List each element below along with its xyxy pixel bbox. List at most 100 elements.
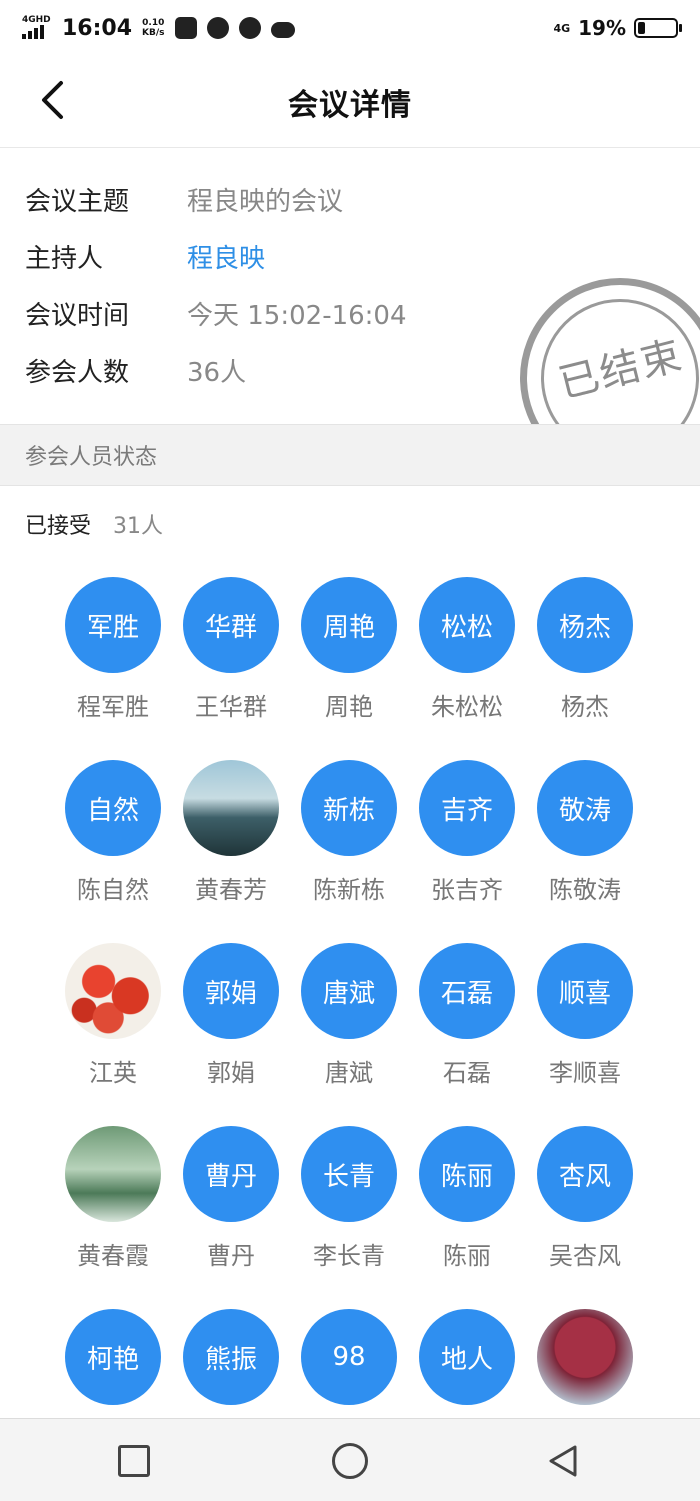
avatar-photo [65,943,161,1039]
avatar-photo [183,760,279,856]
info-value: 36人 [187,357,247,388]
attendee-name: 陈自然 [77,876,149,904]
attendee-name: 朱松松 [431,693,503,721]
info-row-topic: 会议主题 程良映的会议 [25,179,343,219]
attendee-item[interactable]: 唐斌 唐斌 [290,943,408,1088]
accepted-label: 已接受 [25,514,92,539]
info-label: 主持人 [25,243,104,274]
attendee-item[interactable]: 石磊 石磊 [408,943,526,1088]
info-value: 今天 15:02-16:04 [187,300,407,331]
status-bar: 4GHD 16:04 0.10 KB/s 4G 19% [0,0,700,56]
attendee-item[interactable]: 敬涛 陈敬涛 [526,760,644,905]
attendee-item[interactable]: 杨杰 杨杰 [526,577,644,722]
info-row-host: 主持人 程良映 [25,236,265,276]
attendee-name: 曹丹 [207,1242,255,1270]
attendee-item[interactable]: 华群 王华群 [172,577,290,722]
attendee-item[interactable]: 军胜 程军胜 [54,577,172,722]
attendee-item[interactable]: 吉齐 张吉齐 [408,760,526,905]
info-label: 会议主题 [25,186,130,217]
avatar: 新栋 [301,760,397,856]
attendee-item[interactable]: 江英 [54,943,172,1088]
avatar: 顺喜 [537,943,633,1039]
attendee-item[interactable]: 地人 [408,1309,526,1419]
attendee-item[interactable]: 熊振 [172,1309,290,1419]
avatar: 长青 [301,1126,397,1222]
attendee-item[interactable]: 曹丹 曹丹 [172,1126,290,1271]
avatar-photo [65,1126,161,1222]
attendee-name: 李顺喜 [549,1059,621,1087]
attendee-name: 程军胜 [77,693,149,721]
meeting-info: 会议主题 程良映的会议 主持人 程良映 会议时间 今天 15:02-16:04 … [0,148,700,424]
back-icon[interactable] [545,1443,581,1479]
attendee-item[interactable] [526,1309,644,1419]
avatar: 98 [301,1309,397,1405]
avatar-photo [537,1309,633,1405]
attendee-name: 张吉齐 [431,876,503,904]
ended-stamp: 已结束 [520,278,700,424]
battery-icon [634,18,682,38]
network-type-right: 4G [553,21,571,35]
info-value: 程良映的会议 [187,186,344,217]
attendee-name: 陈丽 [443,1242,491,1270]
attendee-name: 周艳 [325,693,373,721]
avatar: 杏风 [537,1126,633,1222]
avatar: 曹丹 [183,1126,279,1222]
info-label: 参会人数 [25,357,130,388]
attendee-name: 杨杰 [561,693,609,721]
attendee-item[interactable]: 陈丽 陈丽 [408,1126,526,1271]
avatar: 敬涛 [537,760,633,856]
avatar: 柯艳 [65,1309,161,1405]
page-title: 会议详情 [288,87,412,123]
accepted-summary: 已接受 31人 [25,504,163,544]
attendee-item[interactable]: 柯艳 [54,1309,172,1419]
attendee-name: 李长青 [313,1242,385,1270]
avatar: 华群 [183,577,279,673]
accepted-count: 31人 [113,514,164,539]
section-title: 参会人员状态 [25,445,158,470]
avatar: 陈丽 [419,1126,515,1222]
avatar: 松松 [419,577,515,673]
attendee-item[interactable]: 顺喜 李顺喜 [526,943,644,1088]
section-header: 参会人员状态 [0,424,700,486]
avatar: 军胜 [65,577,161,673]
notification-icon [174,17,197,39]
attendee-name: 陈新栋 [313,876,385,904]
chevron-left-icon [42,81,63,119]
avatar: 郭娟 [183,943,279,1039]
attendee-name: 陈敬涛 [549,876,621,904]
battery-percent: 19% [578,16,626,40]
attendee-name: 江英 [89,1059,137,1087]
attendee-name: 王华群 [195,693,267,721]
host-link[interactable]: 程良映 [187,238,265,275]
avatar: 杨杰 [537,577,633,673]
signal-icon: 4GHD [22,15,52,41]
app-header: 会议详情 [0,56,700,148]
attendee-item[interactable]: 黄春霞 [54,1126,172,1271]
network-type: 4GHD [22,15,51,25]
info-label: 会议时间 [25,300,130,331]
attendee-item[interactable]: 周艳 周艳 [290,577,408,722]
system-nav-bar [0,1418,700,1501]
home-icon[interactable] [332,1443,368,1479]
recent-apps-icon[interactable] [118,1445,150,1477]
avatar: 自然 [65,760,161,856]
avatar: 地人 [419,1309,515,1405]
back-button[interactable] [30,78,74,122]
status-time: 16:04 [62,15,133,41]
attendee-name: 黄春芳 [195,876,267,904]
attendee-item[interactable]: 黄春芳 [172,760,290,905]
attendee-item[interactable]: 自然 陈自然 [54,760,172,905]
cloud-icon [270,22,295,38]
attendee-item[interactable]: 松松 朱松松 [408,577,526,722]
wechat-icon [206,17,229,39]
avatar: 吉齐 [419,760,515,856]
avatar: 石磊 [419,943,515,1039]
attendee-item[interactable]: 郭娟 郭娟 [172,943,290,1088]
attendee-name: 吴杏风 [549,1242,621,1270]
attendee-item[interactable]: 98 [290,1309,408,1419]
avatar: 唐斌 [301,943,397,1039]
attendee-item[interactable]: 杏风 吴杏风 [526,1126,644,1271]
attendee-item[interactable]: 长青 李长青 [290,1126,408,1271]
network-speed: 0.10 KB/s [142,18,165,38]
attendee-item[interactable]: 新栋 陈新栋 [290,760,408,905]
